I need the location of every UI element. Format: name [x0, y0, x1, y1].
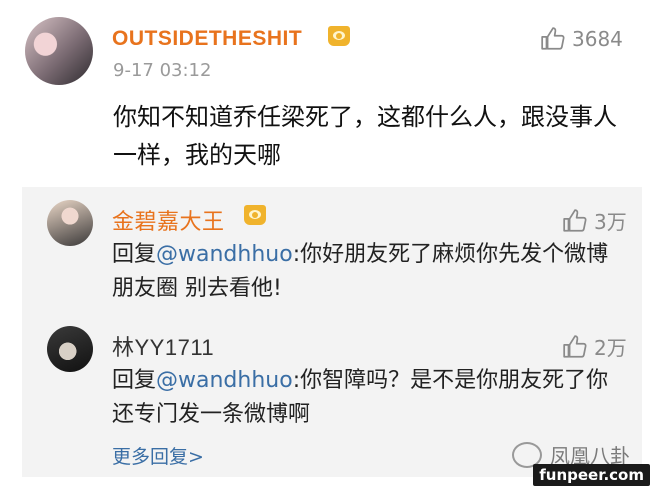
thumbs-up-icon	[541, 27, 565, 50]
like-count: 3684	[572, 27, 623, 51]
reply-text: 回复@wandhhuo:你智障吗？是不是你朋友死了你还专门发一条微博啊	[112, 364, 622, 432]
mention-link[interactable]: @wandhhuo	[156, 242, 293, 267]
avatar[interactable]	[47, 326, 93, 372]
crown-icon	[328, 26, 350, 46]
mention-link[interactable]: @wandhhuo	[156, 368, 293, 393]
comment-text: 你知不知道乔任梁死了，这都什么人，跟没事人一样，我的天哪	[113, 103, 617, 169]
crown-icon	[244, 205, 266, 225]
avatar[interactable]	[47, 200, 93, 246]
thumbs-up-icon	[563, 334, 587, 358]
username[interactable]: 林YY1711	[112, 330, 214, 362]
reply-prefix: 回复	[112, 242, 157, 267]
thumbs-up-icon	[563, 208, 587, 232]
like-button[interactable]: 3684	[540, 26, 623, 52]
reply-text: 回复@wandhhuo:你好朋友死了麻烦你先发个微博 朋友圈 别去看他!	[112, 238, 622, 306]
username[interactable]: OUTSIDETHESHIT	[112, 27, 302, 51]
main-comment: OUTSIDETHESHIT 9-17 03:12 3684 你知不知道乔任梁死…	[0, 0, 660, 185]
avatar[interactable]	[25, 17, 93, 85]
more-replies-link[interactable]: 更多回复>	[112, 442, 204, 469]
timestamp: 9-17 03:12	[113, 60, 212, 81]
site-tag: funpeer.com	[533, 464, 650, 486]
like-button[interactable]: 2万	[562, 332, 627, 361]
username[interactable]: 金碧嘉大王	[112, 204, 225, 236]
like-count: 3万	[594, 210, 627, 234]
like-count: 2万	[594, 336, 627, 360]
like-button[interactable]: 3万	[562, 206, 627, 235]
reply-prefix: 回复	[112, 368, 157, 393]
